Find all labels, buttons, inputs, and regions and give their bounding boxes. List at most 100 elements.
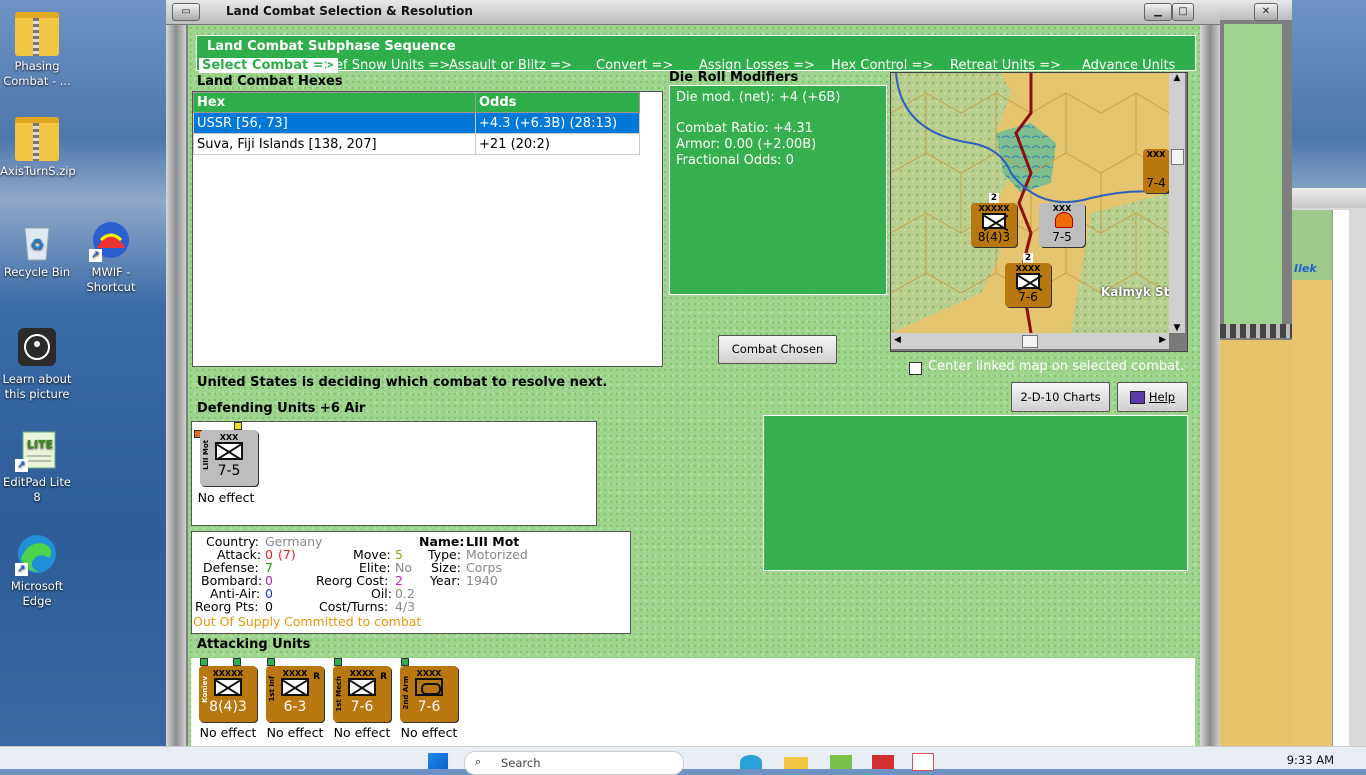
scroll-up-arrow-icon[interactable]: ▲ — [1169, 73, 1185, 87]
phase-retreat-units: Retreat Units => — [950, 58, 1061, 73]
map-horizontal-scrollbar[interactable]: ◀ ▶ — [891, 333, 1169, 349]
status-dot — [267, 658, 275, 666]
clock-time[interactable]: 9:33 AM — [1287, 753, 1334, 767]
desktop-icon-label: Microsoft Edge — [10, 579, 64, 608]
desktop-icon-learn-picture[interactable]: Learn about this picture — [0, 325, 74, 402]
svg-text:LITE: LITE — [27, 438, 53, 451]
desktop-icon-axisturns-zip[interactable]: AxisTurnS.zip — [0, 117, 76, 179]
map-unit-1st-mech[interactable]: XXXX 7-6 — [1005, 263, 1051, 307]
desktop-icon-label: Recycle Bin — [3, 265, 71, 279]
svg-text:♻: ♻ — [30, 235, 44, 254]
table-row[interactable]: Suva, Fiji Islands [138, 207] +21 (20:2) — [193, 133, 640, 155]
infantry-symbol-icon — [982, 213, 1006, 229]
desktop-icon-mwif[interactable]: ↗ MWIF - Shortcut — [74, 218, 148, 295]
linked-map[interactable]: XXXXX 8(4)3 2 XXX 7-5 XXXX 7-6 2 XXX 7-4… — [890, 72, 1188, 352]
attacker-counter-2nd-arm[interactable]: XXXX 2nd Arm 7-6 — [400, 666, 458, 722]
die-mod-net: Die mod. (net): +4 (+6B) — [676, 90, 841, 105]
defending-units-label: Defending Units +6 Air — [197, 401, 366, 416]
desktop-icon-editpad[interactable]: LITE ↗ EditPad Lite 8 — [0, 428, 74, 505]
map-vertical-scrollbar[interactable]: ▲ ▼ — [1169, 73, 1185, 333]
attacking-units-label: Attacking Units — [197, 637, 311, 652]
subphase-title: Land Combat Subphase Sequence — [207, 39, 456, 54]
phase-def-snow-units: Def Snow Units => — [325, 58, 451, 73]
document-taskbar-icon[interactable] — [912, 753, 934, 771]
editpad-icon: LITE ↗ — [15, 428, 59, 472]
camera-icon — [15, 325, 59, 369]
odds-cell: +21 (20:2) — [475, 133, 640, 155]
editpad-taskbar-icon[interactable] — [830, 755, 852, 769]
window-menu-button[interactable]: ▭ — [172, 3, 200, 21]
charts-button[interactable]: 2-D-10 Charts — [1011, 382, 1110, 412]
edge-icon: ↗ — [15, 532, 59, 576]
start-button[interactable] — [428, 753, 448, 769]
desktop-icon-label: AxisTurnS.zip — [0, 164, 76, 178]
motorized-symbol-icon — [215, 442, 243, 460]
phase-convert: Convert => — [596, 58, 674, 73]
recycle-bin-icon: ♻ — [15, 218, 59, 262]
attack-paren-value: (7) — [278, 547, 296, 562]
attacker-effect: No effect — [400, 725, 458, 740]
scroll-thumb[interactable] — [1022, 335, 1038, 348]
scroll-left-arrow-icon[interactable]: ◀ — [894, 335, 901, 345]
scroll-down-arrow-icon[interactable]: ▼ — [1169, 323, 1185, 333]
close-button[interactable]: ✕ — [1254, 3, 1278, 21]
file-explorer-icon[interactable] — [784, 757, 808, 769]
search-box[interactable]: ⌕ Search — [464, 751, 684, 775]
attacking-units-panel: XXXXX Koniev 8(4)3 No effect XXXX R 1st … — [191, 658, 1195, 746]
column-header-hex[interactable]: Hex — [193, 92, 476, 113]
phase-advance-units: Advance Units — [1082, 58, 1176, 73]
stack-count-badge: 2 — [1023, 253, 1033, 263]
desktop-icon-label: EditPad Lite 8 — [3, 475, 71, 504]
infantry-symbol-icon — [281, 678, 309, 696]
help-button[interactable]: Help — [1117, 382, 1188, 412]
year-label: Year: — [430, 573, 461, 588]
defender-counter[interactable]: XXX LIII Mot 7-5 — [200, 430, 258, 486]
center-map-checkbox-label[interactable]: Center linked map on selected combat. — [928, 359, 1184, 374]
reorg-pts-value: 0 — [265, 599, 273, 614]
phase-assault-blitz: Assault or Blitz => — [449, 58, 572, 73]
mech-symbol-icon — [1016, 273, 1040, 289]
reorg-pts-label: Reorg Pts: — [195, 599, 259, 614]
attacker-counter-1st-mech[interactable]: XXXX R 1st Mech 7-6 — [333, 666, 391, 722]
attacker-counter-koniev[interactable]: XXXXX Koniev 8(4)3 — [199, 666, 257, 722]
table-row[interactable]: USSR [56, 73] +4.3 (+6.3B) (28:13) — [193, 112, 640, 134]
combat-fire-icon — [1055, 212, 1073, 228]
desktop-icon-phasing-combat[interactable]: Phasing Combat - ... — [0, 12, 74, 89]
status-dot — [233, 658, 241, 666]
zip-folder-icon — [15, 117, 59, 161]
maximize-button[interactable]: □ — [1172, 3, 1194, 21]
cost-turns-label: Cost/Turns: — [319, 599, 389, 614]
search-icon: ⌕ — [475, 755, 482, 768]
status-dot — [200, 658, 208, 666]
defending-units-panel: XXX LIII Mot 7-5 No effect — [191, 421, 597, 526]
side-map-window[interactable]: Ilek — [1292, 188, 1366, 746]
attacker-counter-1st-inf[interactable]: XXXX R 1st Inf 6-3 — [266, 666, 324, 722]
year-value: 1940 — [466, 573, 498, 588]
status-message: United States is deciding which combat t… — [197, 375, 608, 390]
map-unit-koniev[interactable]: XXXXX 8(4)3 — [971, 203, 1017, 247]
status-dot — [401, 658, 409, 666]
column-header-odds[interactable]: Odds — [475, 92, 640, 113]
desktop-icon-edge[interactable]: ↗ Microsoft Edge — [0, 532, 74, 609]
title-bar[interactable]: ▭ Land Combat Selection & Resolution ▁ □ — [166, 0, 1220, 25]
combat-chosen-button[interactable]: Combat Chosen — [718, 335, 837, 364]
minimize-button[interactable]: ▁ — [1144, 3, 1172, 21]
background-map-window[interactable]: ✕ — [1220, 0, 1292, 746]
status-dot — [334, 658, 342, 666]
taskbar-app-icon[interactable] — [740, 755, 762, 769]
scroll-thumb[interactable] — [1171, 149, 1184, 165]
armor-symbol-icon — [415, 678, 443, 696]
desktop-icon-label: Learn about this picture — [2, 372, 72, 401]
center-map-checkbox[interactable] — [909, 362, 922, 375]
scroll-right-arrow-icon[interactable]: ▶ — [1159, 335, 1166, 345]
map-unit-edge[interactable]: XXX 7-4 — [1143, 149, 1169, 193]
vertical-scrollbar[interactable] — [1200, 25, 1220, 746]
subphase-sequence: Land Combat Subphase Sequence Select Com… — [196, 35, 1196, 73]
map-place-label: Kalmyk Ste — [1101, 285, 1178, 299]
desktop-icon-recycle-bin[interactable]: ♻ Recycle Bin — [0, 218, 74, 280]
die-roll-modifiers-label: Die Roll Modifiers — [669, 70, 799, 85]
mwif-taskbar-icon[interactable] — [872, 755, 894, 769]
map-unit-liii-mot[interactable]: XXX 7-5 — [1039, 203, 1085, 247]
hex-cell: Suva, Fiji Islands [138, 207] — [193, 133, 476, 155]
unit-strength: 7-5 — [217, 463, 241, 479]
